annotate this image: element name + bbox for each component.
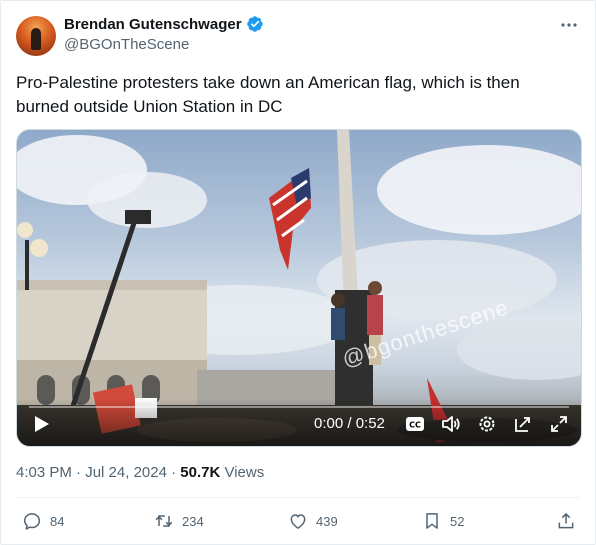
divider — [16, 497, 580, 498]
tweet-text: Pro-Palestine protesters take down an Am… — [16, 73, 520, 116]
avatar[interactable] — [16, 16, 56, 56]
reply-icon — [23, 513, 41, 530]
repost-icon — [155, 515, 173, 527]
video-player[interactable]: @bgonthescene 0:00 / 0:52 CC — [16, 129, 582, 447]
bookmark-icon — [426, 513, 438, 529]
reply-count: 84 — [50, 513, 65, 529]
share-button[interactable] — [556, 511, 576, 531]
bookmark-count: 52 — [450, 513, 465, 529]
reply-button[interactable]: 84 — [22, 511, 64, 531]
tweet-date[interactable]: Jul 24, 2024 — [85, 464, 167, 481]
verified-badge-icon — [246, 16, 263, 32]
action-bar: 84 234 439 52 — [1, 511, 596, 537]
settings-icon[interactable] — [477, 414, 497, 434]
progress-bar[interactable] — [29, 406, 569, 408]
video-controls: 0:00 / 0:52 CC — [17, 398, 581, 446]
tweet-meta: 4:03 PM · Jul 24, 2024 · 50.7K Views — [16, 464, 264, 481]
author-handle[interactable]: @BGOnTheScene — [64, 36, 189, 53]
like-count: 439 — [316, 513, 338, 529]
popout-icon[interactable] — [513, 414, 533, 434]
repost-button[interactable]: 234 — [154, 511, 204, 531]
fullscreen-icon[interactable] — [549, 414, 569, 434]
video-time: 0:00 / 0:52 — [314, 415, 385, 432]
like-icon — [290, 514, 306, 529]
meta-separator: · — [71, 464, 86, 481]
author-name[interactable]: Brendan Gutenschwager — [64, 16, 242, 33]
author-name-row: Brendan Gutenschwager — [64, 15, 264, 33]
svg-text:CC: CC — [409, 421, 421, 430]
share-icon — [558, 513, 574, 529]
play-icon[interactable] — [31, 414, 51, 434]
tweet-card: Brendan Gutenschwager @BGOnTheScene Pro-… — [0, 0, 596, 545]
repost-count: 234 — [182, 513, 204, 529]
views-count: 50.7K — [180, 464, 221, 481]
volume-icon[interactable] — [441, 414, 461, 434]
like-button[interactable]: 439 — [288, 511, 338, 531]
views-label: Views — [220, 464, 265, 481]
meta-separator: · — [166, 464, 181, 481]
bookmark-button[interactable]: 52 — [422, 511, 464, 531]
tweet-time[interactable]: 4:03 PM — [16, 464, 72, 481]
captions-icon[interactable]: CC — [405, 414, 425, 434]
more-icon[interactable] — [559, 15, 579, 35]
